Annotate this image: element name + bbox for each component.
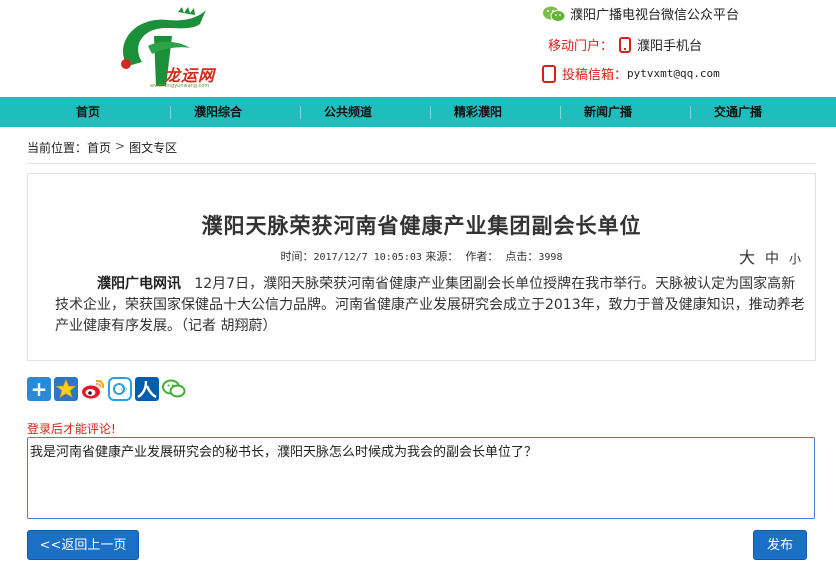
- nav-item-news-radio[interactable]: 新闻广播: [563, 97, 653, 127]
- contribute-email-address: pytvxmt@qq.com: [627, 67, 720, 80]
- nav-divider: [560, 106, 561, 119]
- submit-button[interactable]: 发布: [753, 530, 807, 560]
- breadcrumb-divider: [27, 163, 816, 164]
- font-size-small-button[interactable]: 小: [789, 250, 801, 267]
- article-title: 濮阳天脉荣获河南省健康产业集团副会长单位: [201, 214, 642, 238]
- logo-url: www.longyunwang.com: [150, 83, 210, 89]
- article-meta: 时间：2017/12/7 10:05:03 来源： 作者： 点击：3998: [28, 248, 815, 264]
- nav-item-public-channel[interactable]: 公共频道: [303, 97, 393, 127]
- font-size-switcher: 大 中 小: [739, 244, 801, 268]
- weibo-icon[interactable]: [81, 377, 105, 401]
- wechat-share-icon[interactable]: [162, 377, 186, 401]
- mobile-portal-text: 濮阳手机台: [637, 39, 703, 54]
- comment-textarea[interactable]: 我是河南省健康产业发展研究会的秘书长，濮阳天脉怎么时候成为我会的副会长单位了？: [27, 437, 815, 519]
- back-button[interactable]: <<返回上一页: [27, 530, 139, 560]
- nav-divider: [300, 106, 301, 119]
- meta-time-value: 2017/12/7 10:05:03: [313, 252, 422, 263]
- meta-source-label: 来源：: [425, 250, 459, 263]
- meta-clicks-value: 3998: [538, 252, 563, 263]
- nav-item-wonderful-puyang[interactable]: 精彩濮阳: [433, 97, 523, 127]
- plus-icon[interactable]: +: [27, 377, 51, 401]
- article-lead: 濮阳广电网讯: [97, 276, 181, 292]
- font-size-large-button[interactable]: 大: [739, 244, 755, 268]
- contribute-label: 投稿信箱：: [562, 68, 628, 83]
- meta-author-label: 作者：: [465, 250, 499, 263]
- contribute-email[interactable]: 投稿信箱： pytvxmt@qq.com: [542, 64, 720, 83]
- nav-item-puyang-comprehensive[interactable]: 濮阳综合: [173, 97, 263, 127]
- breadcrumb: 当前位置： 首页 > 图文专区: [27, 139, 177, 156]
- breadcrumb-current[interactable]: 图文专区: [129, 139, 177, 156]
- mobile-portal-label: 移动门户：: [548, 39, 614, 54]
- mobile-phone-icon: [619, 36, 632, 53]
- article-container: 濮阳天脉荣获河南省健康产业集团副会长单位 时间：2017/12/7 10:05:…: [27, 173, 816, 361]
- tablet-icon: [542, 64, 556, 83]
- nav-item-traffic-radio[interactable]: 交通广播: [693, 97, 783, 127]
- wechat-platform-text: 濮阳广播电视台微信公众平台: [570, 8, 740, 23]
- renren-icon[interactable]: [135, 377, 159, 401]
- tqq-icon[interactable]: @: [108, 377, 132, 401]
- nav-divider: [690, 106, 691, 119]
- wechat-icon: [542, 5, 566, 23]
- mobile-portal[interactable]: 移动门户： 濮阳手机台: [548, 35, 702, 54]
- nav-divider: [430, 106, 431, 119]
- nav-item-home[interactable]: 首页: [43, 97, 133, 127]
- main-nav: 首页 濮阳综合 公共频道 精彩濮阳 新闻广播 交通广播: [0, 97, 836, 127]
- site-header: 龙运网 www.longyunwang.com 濮阳广播电视台微信公众平台 移动…: [0, 0, 836, 97]
- article-body: 濮阳广电网讯 12月7日，濮阳天脉荣获河南省健康产业集团副会长单位授牌在我市举行…: [55, 274, 805, 337]
- share-bar: + @: [27, 377, 186, 401]
- wechat-platform-link[interactable]: 濮阳广播电视台微信公众平台: [542, 4, 739, 23]
- meta-time-label: 时间：: [280, 250, 314, 263]
- meta-clicks-label: 点击：: [505, 250, 539, 263]
- breadcrumb-home-link[interactable]: 首页: [87, 139, 111, 156]
- breadcrumb-prefix: 当前位置：: [27, 141, 88, 155]
- svg-text:@: @: [121, 386, 127, 393]
- star-icon[interactable]: [54, 377, 78, 401]
- font-size-medium-button[interactable]: 中: [765, 248, 779, 268]
- nav-divider: [170, 106, 171, 119]
- login-tip[interactable]: 登录后才能评论!: [27, 420, 116, 437]
- breadcrumb-separator: >: [115, 139, 126, 153]
